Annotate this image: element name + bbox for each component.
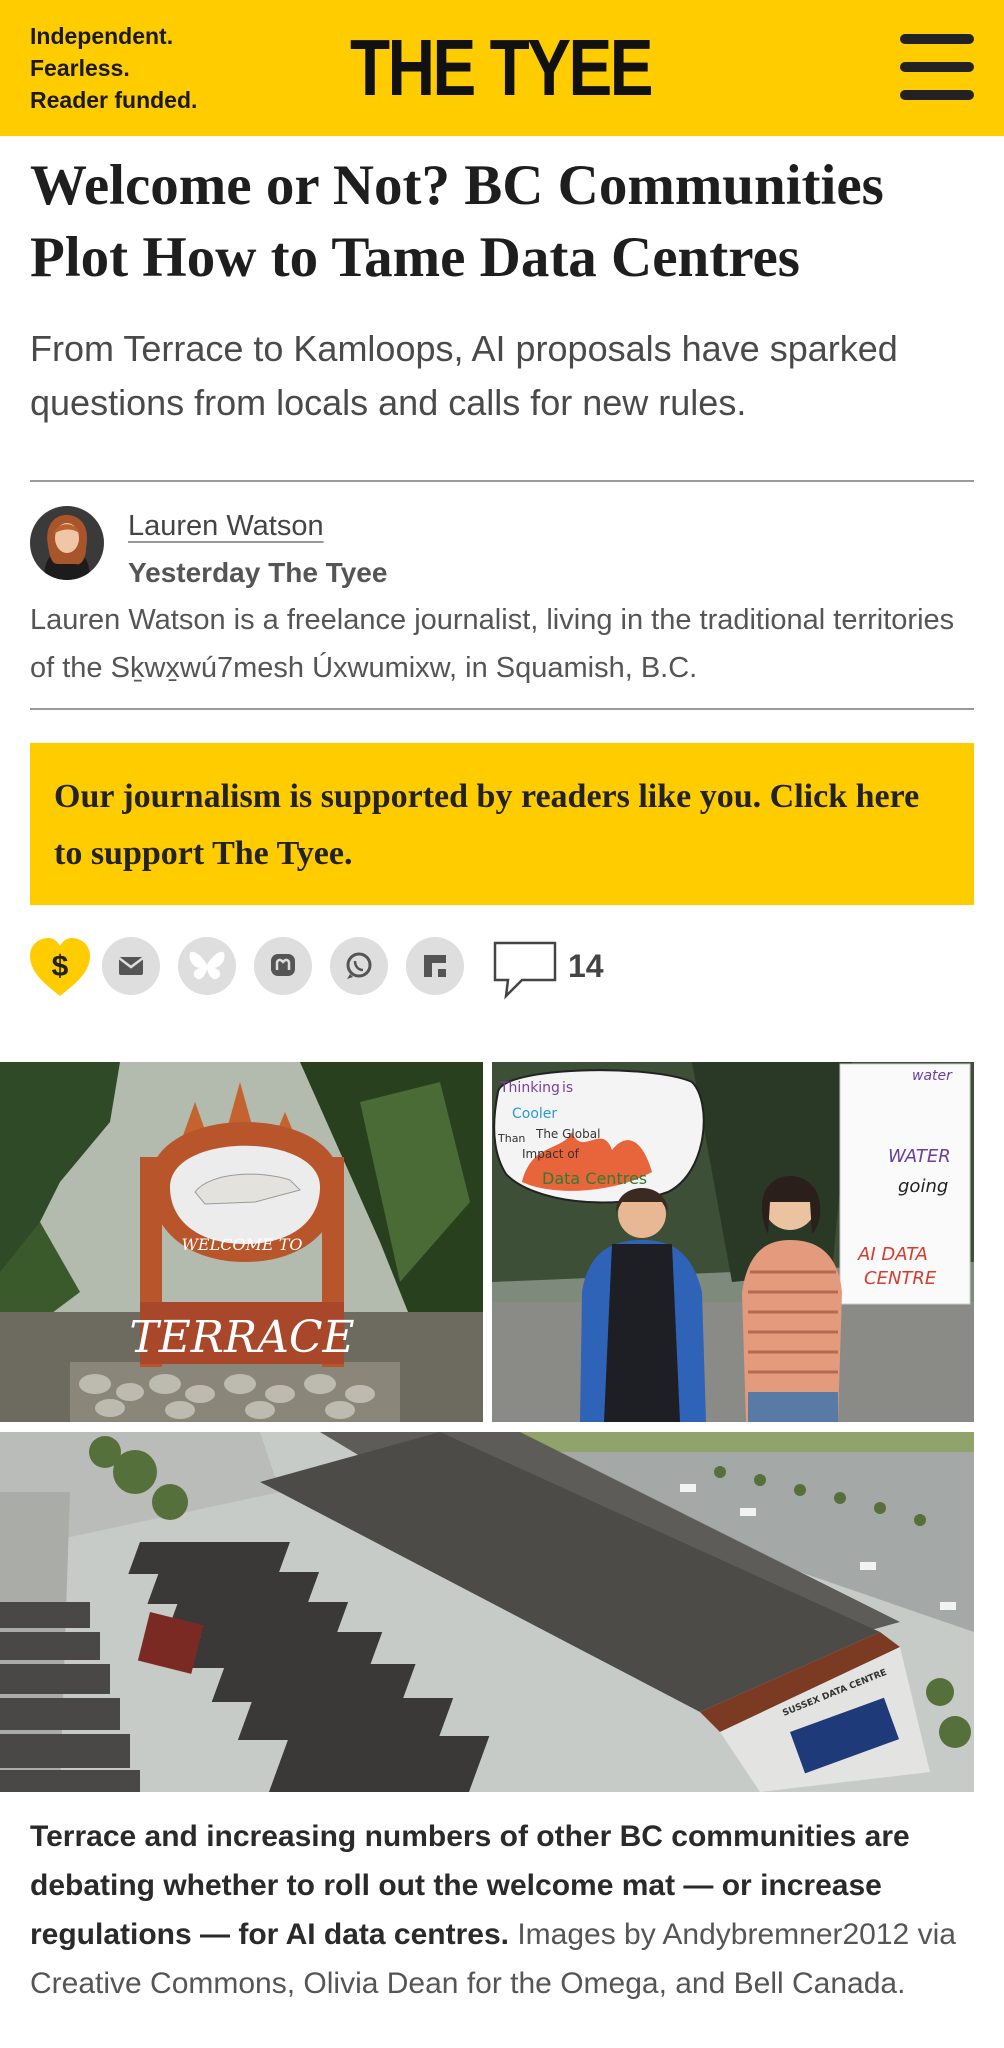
- support-banner-text[interactable]: Our journalism is supported by readers l…: [54, 768, 934, 882]
- flipboard-share-button[interactable]: [406, 937, 464, 995]
- image-caption: Terrace and increasing numbers of other …: [30, 1812, 980, 2008]
- author-name-link[interactable]: Lauren Watson: [128, 508, 324, 544]
- author-meta: Yesterday The Tyee: [128, 555, 387, 591]
- site-logo[interactable]: THE TYEE: [350, 24, 654, 112]
- whatsapp-share-button[interactable]: [330, 937, 388, 995]
- svg-text:$: $: [52, 950, 69, 983]
- bluesky-share-button[interactable]: [178, 937, 236, 995]
- sign-word-3: Cooler: [512, 1106, 557, 1122]
- terrace-sign-photo: WELCOME TO TERRACE: [0, 1062, 483, 1422]
- whatsapp-icon: [346, 952, 372, 979]
- tagline-line-3: Reader funded.: [30, 87, 198, 113]
- data-centre-rendering: SUSSEX DATA CENTRE: [0, 1432, 974, 1792]
- site-header: Independent. Fearless. Reader funded. TH…: [0, 0, 1004, 136]
- comment-count[interactable]: 14: [568, 946, 604, 986]
- heart-dollar-icon[interactable]: $: [28, 936, 92, 998]
- sign-welcome-text: WELCOME TO: [181, 1235, 302, 1254]
- support-banner[interactable]: Our journalism is supported by readers l…: [30, 743, 974, 905]
- flipboard-icon: [424, 955, 446, 977]
- tagline-line-1: Independent.: [30, 23, 174, 49]
- sign-word-7: Data Centres: [542, 1169, 647, 1188]
- sign-town-text: TERRACE: [129, 1312, 354, 1363]
- comment-icon[interactable]: [492, 940, 560, 1000]
- email-share-button[interactable]: [102, 937, 160, 995]
- publish-date: Yesterday: [128, 557, 261, 588]
- sign-word-4: Than: [497, 1132, 525, 1145]
- poster-word-1: water: [912, 1068, 953, 1084]
- author-avatar[interactable]: [30, 506, 104, 580]
- publication-name[interactable]: The Tyee: [268, 557, 387, 588]
- sign-word-2: is: [562, 1080, 573, 1096]
- tagline: Independent. Fearless. Reader funded.: [30, 20, 197, 116]
- sign-word-5: The Global: [535, 1127, 600, 1141]
- mastodon-share-button[interactable]: [254, 937, 312, 995]
- poster-word-2: WATER: [888, 1146, 951, 1167]
- poster-word-5: CENTRE: [864, 1268, 937, 1289]
- divider: [30, 708, 974, 710]
- sign-word-1: Thinking: [499, 1080, 560, 1096]
- poster-word-4: AI DATA: [857, 1244, 928, 1265]
- article-subtitle: From Terrace to Kamloops, AI proposals h…: [30, 328, 898, 423]
- poster-word-3: going: [898, 1176, 948, 1197]
- protest-photo: Thinking is Cooler Than The Global Impac…: [492, 1062, 974, 1422]
- bluesky-icon: [189, 951, 225, 980]
- divider: [30, 480, 974, 482]
- sign-word-6: Impact of: [522, 1147, 580, 1161]
- hamburger-menu-icon[interactable]: [900, 34, 974, 100]
- email-icon: [118, 957, 144, 975]
- article-title: Welcome or Not? BC Communities Plot How …: [30, 154, 884, 289]
- tagline-line-2: Fearless.: [30, 55, 130, 81]
- author-bio: Lauren Watson is a freelance journalist,…: [30, 604, 955, 684]
- mastodon-icon: [271, 954, 295, 976]
